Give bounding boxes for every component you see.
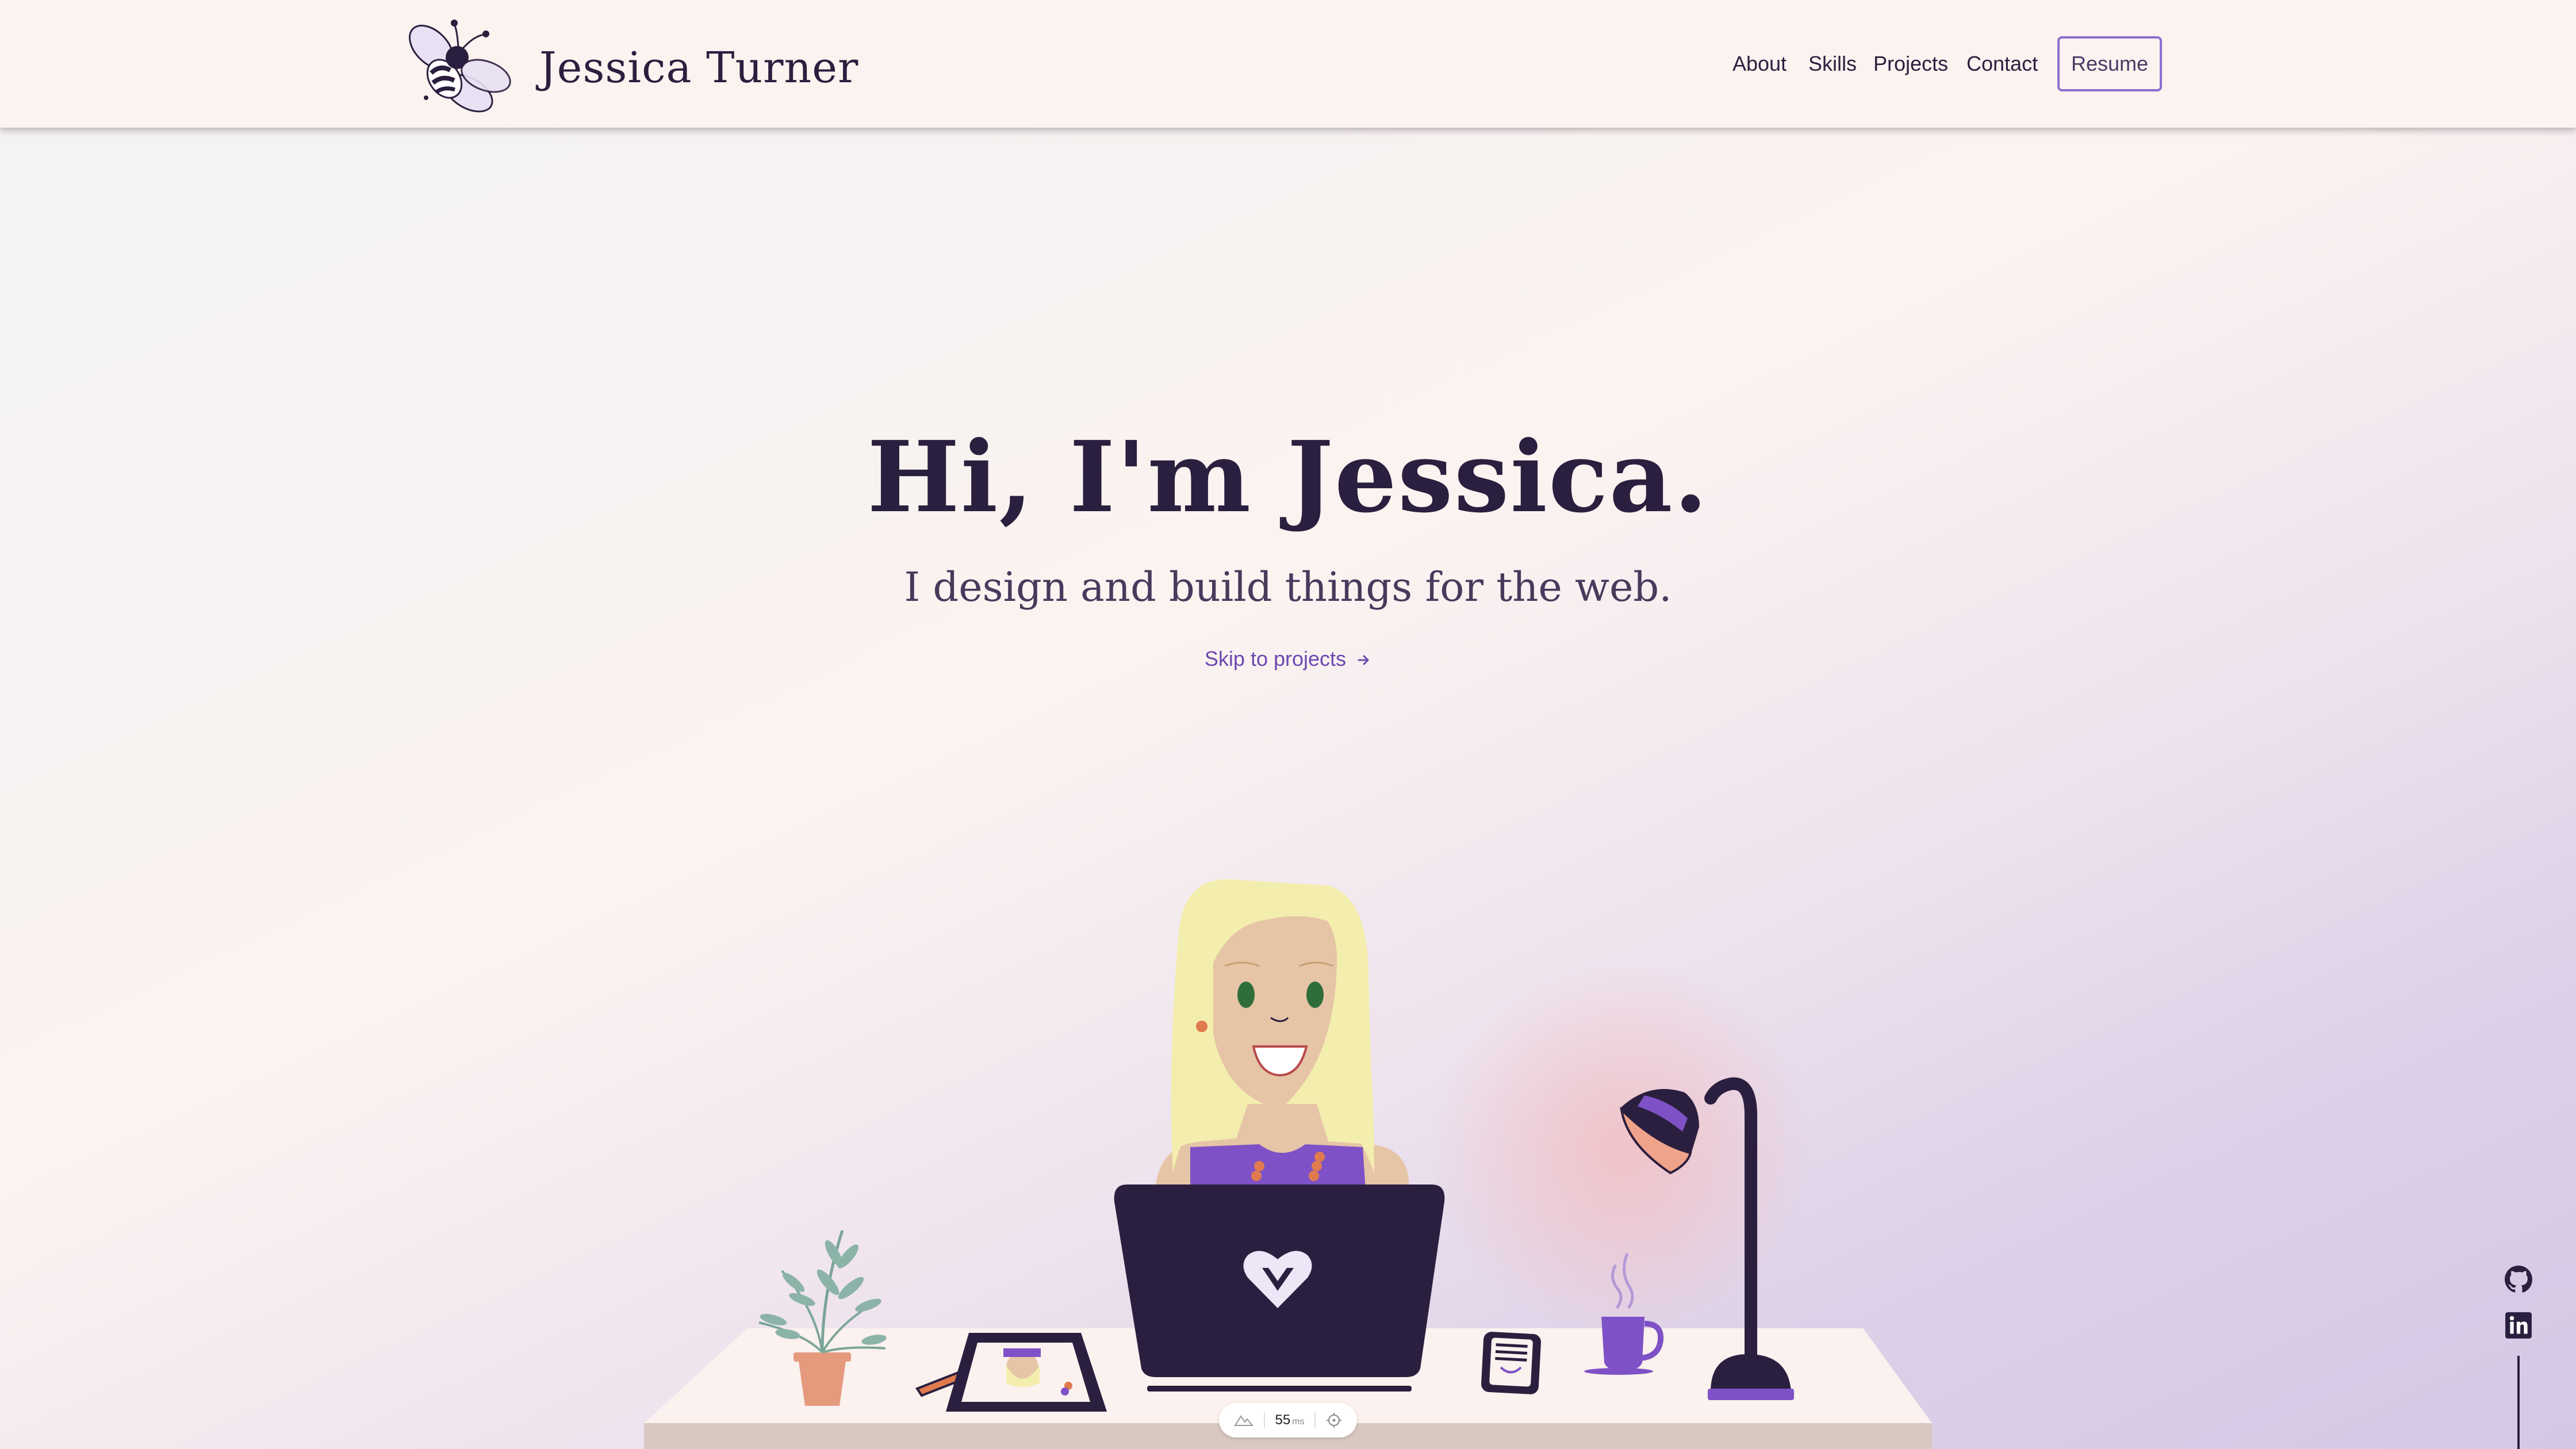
perf-value: 55 xyxy=(1275,1412,1291,1428)
linkedin-icon[interactable] xyxy=(2504,1311,2533,1340)
heart-v-logo-icon xyxy=(1243,1251,1312,1308)
social-divider-line xyxy=(2517,1356,2520,1449)
arrow-right-icon xyxy=(1358,655,1369,665)
phone-icon xyxy=(1481,1332,1541,1394)
bee-icon[interactable] xyxy=(400,13,512,114)
nav-skills[interactable]: Skills xyxy=(1808,52,1857,76)
desk-illustration xyxy=(644,879,1932,1449)
brand-name[interactable]: Jessica Turner xyxy=(539,43,858,93)
desk-lamp-icon xyxy=(1619,1077,1794,1400)
nav-projects[interactable]: Projects xyxy=(1873,52,1948,76)
pencil-icon xyxy=(915,1361,990,1397)
hero-subtitle: I design and build things for the web. xyxy=(904,564,1672,611)
perf-separator xyxy=(1263,1413,1265,1428)
skip-link-label[interactable]: Skip to projects xyxy=(1205,647,1346,670)
laptop-icon xyxy=(1114,1184,1445,1392)
perf-readout: 55 ms xyxy=(1275,1412,1304,1428)
perf-unit: ms xyxy=(1292,1417,1305,1427)
tablet-icon xyxy=(946,1333,1107,1412)
resume-button[interactable]: Resume xyxy=(2057,36,2162,91)
nav-about[interactable]: About xyxy=(1732,52,1787,76)
nav-contact[interactable]: Contact xyxy=(1966,52,2038,76)
hero-title: Hi, I'm Jessica. xyxy=(867,420,1709,535)
github-icon[interactable] xyxy=(2504,1265,2533,1294)
mountain-icon[interactable] xyxy=(1234,1413,1254,1427)
skip-to-projects-link[interactable]: Skip to projects xyxy=(0,647,2576,671)
mug-icon xyxy=(1584,1253,1664,1375)
perf-separator xyxy=(1314,1413,1316,1428)
plant-icon xyxy=(758,1230,887,1406)
site-header: Jessica Turner About Skills Projects Con… xyxy=(0,0,2576,128)
crosshair-icon[interactable] xyxy=(1326,1412,1342,1428)
woman-figure xyxy=(1156,879,1409,1190)
perf-widget[interactable]: 55 ms xyxy=(1219,1403,1357,1438)
